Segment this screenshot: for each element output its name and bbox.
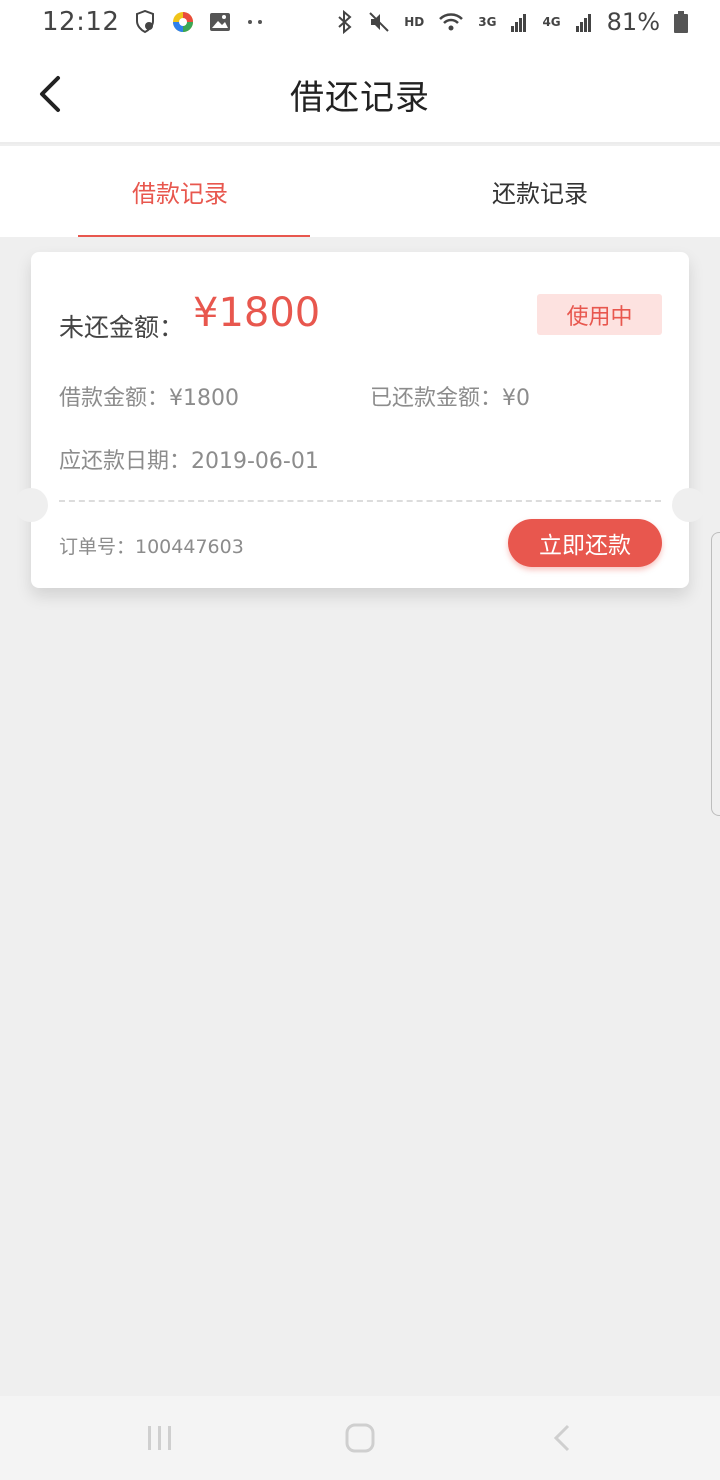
network-4g: 4G	[542, 15, 561, 29]
outstanding-amount: ¥1800	[193, 290, 321, 336]
ticket-notch-left	[14, 488, 48, 522]
system-nav-bar	[0, 1396, 720, 1480]
mute-icon	[369, 12, 389, 32]
tab-loan-records[interactable]: 借款记录	[0, 146, 360, 237]
app-notification-icon	[173, 12, 194, 32]
hd-indicator: HD	[404, 15, 425, 29]
tab-repayment-records-label: 还款记录	[492, 180, 588, 208]
tab-active-indicator	[78, 235, 310, 237]
image-icon	[210, 13, 231, 31]
order-number: 订单号：100447603	[59, 536, 244, 558]
battery-icon	[674, 11, 688, 33]
status-time: 12:12	[42, 7, 120, 37]
due-date: 应还款日期：2019-06-01	[59, 449, 319, 474]
status-bar: 12:12 HD 3G 4G 81%	[0, 0, 720, 44]
repay-now-button[interactable]: 立即还款	[508, 519, 662, 567]
dashed-divider	[59, 500, 661, 502]
signal-icon-2	[575, 14, 591, 32]
bluetooth-icon	[338, 10, 352, 34]
shield-settings-icon	[136, 10, 155, 34]
tab-repayment-records[interactable]: 还款记录	[360, 146, 720, 237]
more-notifications-icon	[248, 20, 263, 24]
side-scroll-handle[interactable]	[711, 532, 720, 816]
outstanding-label: 未还金额：	[59, 313, 185, 342]
loan-amount: 借款金额：¥1800	[59, 386, 239, 411]
signal-icon	[511, 14, 527, 32]
back-icon[interactable]	[542, 1418, 582, 1458]
repaid-amount: 已还款金额：¥0	[370, 386, 530, 411]
record-tabs: 借款记录 还款记录	[0, 146, 720, 237]
tab-loan-records-label: 借款记录	[132, 180, 228, 208]
loan-record-card[interactable]: 未还金额： ¥1800 使用中 借款金额：¥1800 已还款金额：¥0 应还款日…	[14, 252, 706, 588]
home-icon[interactable]	[340, 1418, 380, 1458]
header-bar: 借还记录	[0, 44, 720, 144]
recents-icon[interactable]	[140, 1418, 180, 1458]
wifi-icon	[439, 13, 464, 31]
network-3g: 3G	[478, 15, 497, 29]
page-title: 借还记录	[290, 78, 430, 118]
ticket-notch-right	[672, 488, 706, 522]
battery-percent: 81%	[606, 8, 660, 36]
status-badge: 使用中	[537, 294, 662, 335]
